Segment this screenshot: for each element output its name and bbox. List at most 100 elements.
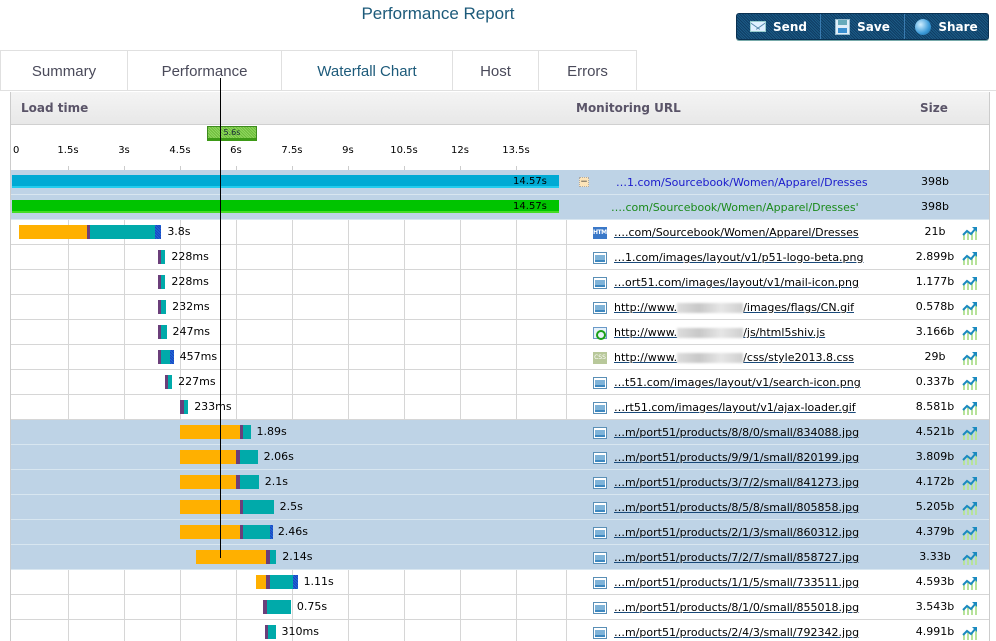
timing-segment-recv[interactable]	[243, 425, 251, 439]
timing-segment-recv[interactable]	[239, 475, 259, 489]
trend-chart-icon[interactable]	[962, 576, 978, 590]
total-load-bar[interactable]: 14.57s	[12, 175, 559, 188]
column-size[interactable]: Size	[920, 101, 948, 115]
timing-segment-recv[interactable]	[239, 450, 258, 464]
resource-url-link[interactable]: …ort51.com/images/layout/v1/mail-icon.pn…	[614, 276, 859, 289]
resource-url-link[interactable]: …1.com/images/layout/v1/p51-logo-beta.pn…	[614, 251, 864, 264]
timing-segment-wait[interactable]	[179, 500, 240, 514]
resource-url-link[interactable]: http://www. /css/style2013.8.css	[614, 351, 854, 364]
resource-url-link[interactable]: …m/port51/products/7/2/7/small/858727.jp…	[614, 551, 859, 564]
column-load-time[interactable]: Load time	[21, 101, 88, 115]
resource-row[interactable]: 2.14s …m/port51/products/7/2/7/small/8587…	[11, 545, 989, 570]
timing-segment-recv[interactable]	[243, 500, 274, 514]
timing-segment-wait[interactable]	[179, 450, 236, 464]
resource-url-link[interactable]: …m/port51/products/3/7/2/small/841273.jp…	[614, 476, 859, 489]
trend-chart-icon[interactable]	[962, 376, 978, 390]
resource-row[interactable]: 310ms …m/port51/products/2/4/3/small/7923…	[11, 620, 989, 641]
resource-url-link[interactable]: …m/port51/products/8/5/8/small/805858.jp…	[614, 501, 859, 514]
trend-chart-icon[interactable]	[962, 626, 978, 640]
timing-segment-recv[interactable]	[243, 525, 270, 539]
trend-chart-icon[interactable]	[962, 526, 978, 540]
timing-segment-recv[interactable]	[268, 625, 276, 639]
resource-row[interactable]: 2.46s …m/port51/products/2/1/3/small/8603…	[11, 520, 989, 545]
resource-row[interactable]: 233ms …rt51.com/images/layout/v1/ajax-loa…	[11, 395, 989, 420]
summary-row[interactable]: 14.57s ….com/Sourcebook/Women/Apparel/Dre…	[11, 195, 989, 220]
resource-row[interactable]: 2.5s …m/port51/products/8/5/8/small/80585…	[11, 495, 989, 520]
trend-chart-icon[interactable]	[962, 451, 978, 465]
resource-row[interactable]: 457ms CSS http://www. /css/style2013.8.css 2…	[11, 345, 989, 370]
collapse-toggle[interactable]: −	[579, 177, 589, 187]
timing-segment-recv[interactable]	[161, 275, 166, 289]
resource-url-link[interactable]: http://www. /images/flags/CN.gif	[614, 301, 854, 314]
trend-chart-icon[interactable]	[962, 301, 978, 315]
resource-row[interactable]: 0.75s …m/port51/products/8/1/0/small/8550…	[11, 595, 989, 620]
trend-chart-icon[interactable]	[962, 501, 978, 515]
timing-segment-wait[interactable]	[256, 575, 266, 589]
resource-url-link[interactable]: ….com/Sourcebook/Women/Apparel/Dresses	[614, 226, 859, 239]
timing-segment-dl[interactable]	[154, 225, 162, 239]
timing-segment-recv[interactable]	[161, 325, 167, 339]
timing-segment-wait[interactable]	[196, 550, 266, 564]
tab-host[interactable]: Host	[452, 50, 539, 91]
trend-chart-icon[interactable]	[962, 326, 978, 340]
time-marker-line[interactable]	[220, 78, 222, 558]
trend-chart-icon[interactable]	[962, 351, 978, 365]
resource-row[interactable]: 232ms http://www. /images/flags/CN.gif 0.57…	[11, 295, 989, 320]
resource-url-link[interactable]: …m/port51/products/1/1/5/small/733511.jp…	[614, 576, 859, 589]
timing-segment-recv[interactable]	[269, 575, 294, 589]
resource-row[interactable]: 1.89s …m/port51/products/8/8/0/small/8340…	[11, 420, 989, 445]
timing-segment-recv[interactable]	[168, 375, 173, 389]
timing-segment-recv[interactable]	[161, 300, 167, 314]
resource-row[interactable]: 247ms http://www. /js/html5shiv.js 3.166b	[11, 320, 989, 345]
resource-url-link[interactable]: …m/port51/products/8/1/0/small/855018.jp…	[614, 601, 859, 614]
resource-row[interactable]: 228ms …1.com/images/layout/v1/p51-logo-be…	[11, 245, 989, 270]
resource-url-link[interactable]: …rt51.com/images/layout/v1/ajax-loader.g…	[614, 401, 856, 414]
timing-segment-wait[interactable]	[19, 225, 87, 239]
timing-segment-recv[interactable]	[266, 600, 291, 614]
resource-url-link[interactable]: …m/port51/products/2/1/3/small/860312.jp…	[614, 526, 859, 539]
summary-url[interactable]: ….com/Sourcebook/Women/Apparel/Dresses'	[611, 201, 859, 214]
timing-segment-recv[interactable]	[269, 550, 277, 564]
timing-segment-wait[interactable]	[179, 525, 240, 539]
trend-chart-icon[interactable]	[962, 476, 978, 490]
timing-segment-recv[interactable]	[161, 250, 166, 264]
timing-segment-wait[interactable]	[179, 475, 236, 489]
timing-segment-dl[interactable]	[269, 525, 273, 539]
trend-chart-icon[interactable]	[962, 226, 978, 240]
resource-row[interactable]: 2.1s …m/port51/products/3/7/2/small/84127…	[11, 470, 989, 495]
resource-row[interactable]: 1.11s …m/port51/products/1/1/5/small/7335…	[11, 570, 989, 595]
tab-summary[interactable]: Summary	[0, 50, 128, 91]
timing-segment-recv[interactable]	[184, 400, 189, 414]
timing-segment-recv[interactable]	[161, 350, 171, 364]
tab-performance[interactable]: Performance	[127, 50, 282, 91]
resource-row[interactable]: 228ms …ort51.com/images/layout/v1/mail-ic…	[11, 270, 989, 295]
resource-row[interactable]: 2.06s …m/port51/products/9/9/1/small/8201…	[11, 445, 989, 470]
resource-url-link[interactable]: …t51.com/images/layout/v1/search-icon.pn…	[614, 376, 861, 389]
timing-segment-dl[interactable]	[293, 575, 298, 589]
resource-url-link[interactable]: …m/port51/products/8/8/0/small/834088.jp…	[614, 426, 859, 439]
column-monitoring-url[interactable]: Monitoring URL	[576, 101, 681, 115]
timing-segment-recv[interactable]	[90, 225, 155, 239]
summary-url[interactable]: …1.com/Sourcebook/Women/Apparel/Dresses	[616, 176, 868, 189]
resource-url-link[interactable]: http://www. /js/html5shiv.js	[614, 326, 825, 339]
summary-row[interactable]: 14.57s − …1.com/Sourcebook/Women/Apparel/D…	[11, 170, 989, 195]
trend-chart-icon[interactable]	[962, 251, 978, 265]
trend-chart-icon[interactable]	[962, 601, 978, 615]
time-marker-badge[interactable]: 5.6s	[207, 126, 257, 141]
trend-chart-icon[interactable]	[962, 426, 978, 440]
trend-chart-icon[interactable]	[962, 276, 978, 290]
tab-waterfall-chart[interactable]: Waterfall Chart	[281, 50, 453, 91]
send-button[interactable]: Send	[737, 14, 821, 39]
resource-url-link[interactable]: …m/port51/products/9/9/1/small/820199.jp…	[614, 451, 859, 464]
trend-chart-icon[interactable]	[962, 551, 978, 565]
resource-row[interactable]: 227ms …t51.com/images/layout/v1/search-ic…	[11, 370, 989, 395]
share-button[interactable]: Share	[905, 14, 988, 39]
timing-segment-dl[interactable]	[170, 350, 174, 364]
save-button[interactable]: Save	[821, 14, 905, 39]
tab-errors[interactable]: Errors	[538, 50, 637, 91]
resource-url-link[interactable]: …m/port51/products/2/4/3/small/792342.jp…	[614, 626, 859, 639]
total-load-bar[interactable]: 14.57s	[12, 200, 559, 213]
timing-segment-wait[interactable]	[179, 425, 240, 439]
trend-chart-icon[interactable]	[962, 401, 978, 415]
resource-row[interactable]: 3.8s HTML ….com/Sourcebook/Women/Apparel/D…	[11, 220, 989, 245]
